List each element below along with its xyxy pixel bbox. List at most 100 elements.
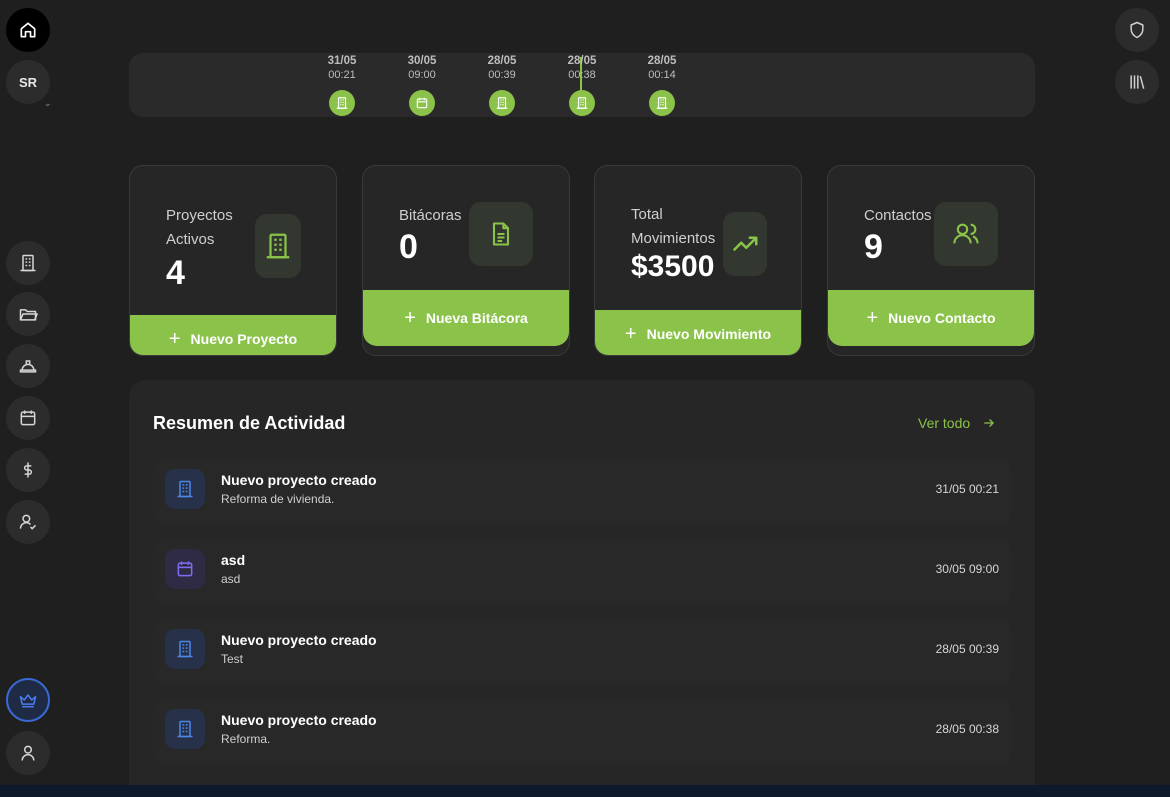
activity-row[interactable]: Nuevo proyecto creado Reforma. 28/05 00:…	[153, 700, 1011, 764]
library-icon	[1127, 72, 1147, 92]
timeline-dot[interactable]	[329, 90, 355, 116]
activity-title-text: Nuevo proyecto creado	[221, 712, 377, 728]
plus-icon: +	[404, 307, 416, 329]
library-button[interactable]	[1115, 60, 1159, 104]
timeline-time: 00:14	[648, 69, 676, 81]
activity-row[interactable]: asd asd 30/05 09:00	[153, 540, 1011, 604]
timeline-dot[interactable]	[409, 90, 435, 116]
stat-label: Total	[631, 206, 663, 223]
activity-time: 31/05 00:21	[935, 482, 999, 496]
users-icon	[952, 220, 980, 248]
stat-label: Movimientos	[631, 230, 716, 247]
building-icon	[175, 639, 195, 659]
activity-title-text: Nuevo proyecto creado	[221, 472, 377, 488]
timeline-item[interactable]: 30/05 09:00	[397, 53, 447, 116]
stat-card-movements: Total Movimientos $3500 + Nuevo Movimien…	[594, 165, 802, 356]
timeline-dot[interactable]	[489, 90, 515, 116]
timeline-time: 00:39	[488, 69, 516, 81]
activity-icon-box	[165, 709, 205, 749]
user-icon	[18, 743, 38, 763]
activity-time: 28/05 00:38	[935, 722, 999, 736]
nav-calendar[interactable]	[6, 396, 50, 440]
stat-label: Bitácoras	[399, 207, 462, 224]
activity-icon-box	[165, 549, 205, 589]
calendar-icon	[415, 96, 429, 110]
stat-value: 4	[166, 254, 185, 292]
activity-icon-box	[165, 469, 205, 509]
dollar-icon	[18, 460, 38, 480]
building-icon	[575, 96, 589, 110]
timeline-dot[interactable]	[649, 90, 675, 116]
security-button[interactable]	[1115, 8, 1159, 52]
new-movement-button[interactable]: + Nuevo Movimiento	[595, 310, 801, 355]
activity-row[interactable]: Nuevo proyecto creado Test 28/05 00:39	[153, 620, 1011, 684]
activity-title: Resumen de Actividad	[153, 413, 346, 433]
building-icon	[175, 479, 195, 499]
activity-subtitle: Reforma de vivienda.	[221, 492, 335, 506]
new-log-label: Nueva Bitácora	[425, 310, 528, 326]
timeline-date: 28/05	[567, 55, 597, 67]
home-button[interactable]	[6, 8, 50, 52]
user-check-icon	[18, 512, 38, 532]
new-project-button[interactable]: + Nuevo Proyecto	[130, 315, 336, 355]
building-icon	[335, 96, 349, 110]
activity-subtitle: asd	[221, 572, 241, 586]
timeline-item[interactable]: 28/05 00:39	[477, 53, 527, 116]
view-all-label: Ver todo	[918, 415, 971, 431]
stat-card-projects: Proyectos Activos 4 + Nuevo Proyecto	[129, 165, 337, 356]
premium-button[interactable]	[6, 678, 50, 722]
timeline-item[interactable]: 31/05 00:21	[317, 53, 367, 116]
activity-title-text: Nuevo proyecto creado	[221, 632, 377, 648]
new-contact-button[interactable]: + Nuevo Contacto	[828, 290, 1034, 346]
activity-time: 30/05 09:00	[935, 562, 999, 576]
stat-label: Contactos	[864, 207, 932, 224]
calendar-icon	[175, 559, 195, 579]
building-icon	[263, 231, 293, 261]
building-icon	[655, 96, 669, 110]
activity-panel: Resumen de Actividad Ver todo Nuevo proy…	[129, 380, 1035, 797]
timeline-date: 31/05	[327, 55, 357, 67]
nav-projects[interactable]	[6, 241, 50, 285]
folder-icon	[18, 304, 38, 324]
arrow-right-icon	[982, 416, 996, 430]
document-icon	[487, 220, 515, 248]
activity-title-text: asd	[221, 552, 246, 568]
timeline-item[interactable]: 28/05 00:38	[557, 53, 607, 116]
activity-row[interactable]: Nuevo proyecto creado Reforma de viviend…	[153, 460, 1011, 524]
nav-contacts[interactable]	[6, 500, 50, 544]
nav-finances[interactable]	[6, 448, 50, 492]
stat-icon-box	[934, 202, 998, 266]
stat-value: $3500	[631, 250, 715, 283]
timeline-time: 09:00	[408, 69, 436, 81]
new-contact-label: Nuevo Contacto	[888, 310, 996, 326]
calendar-icon	[18, 408, 38, 428]
profile-button[interactable]	[6, 731, 50, 775]
stat-icon-box	[723, 212, 767, 276]
timeline-dot[interactable]	[569, 90, 595, 116]
shield-icon	[1127, 20, 1147, 40]
stat-label: Proyectos	[166, 207, 233, 224]
new-log-button[interactable]: + Nueva Bitácora	[363, 290, 569, 346]
stat-card-logs: Bitácoras 0 + Nueva Bitácora	[362, 165, 570, 356]
nav-works[interactable]	[6, 344, 50, 388]
timeline-time: 00:38	[568, 69, 596, 81]
taskbar-strip	[0, 785, 1170, 797]
activity-time: 28/05 00:39	[935, 642, 999, 656]
timeline-date: 28/05	[647, 55, 677, 67]
view-all-link[interactable]: Ver todo	[918, 415, 996, 431]
nav-folders[interactable]	[6, 292, 50, 336]
stat-card-contacts: Contactos 9 + Nuevo Contacto	[827, 165, 1035, 356]
stat-icon-box	[255, 214, 301, 278]
stat-icon-box	[469, 202, 533, 266]
new-movement-label: Nuevo Movimiento	[646, 325, 772, 342]
plus-icon: +	[866, 307, 879, 329]
home-icon	[18, 20, 38, 40]
building-icon	[18, 253, 38, 273]
building-icon	[175, 719, 195, 739]
chevron-down-icon[interactable]: ⌄	[44, 98, 52, 109]
crown-icon	[18, 690, 38, 710]
timeline-item[interactable]: 28/05 00:14	[637, 53, 687, 116]
stat-label: Activos	[166, 231, 215, 248]
plus-icon: +	[624, 322, 637, 345]
building-icon	[495, 96, 509, 110]
